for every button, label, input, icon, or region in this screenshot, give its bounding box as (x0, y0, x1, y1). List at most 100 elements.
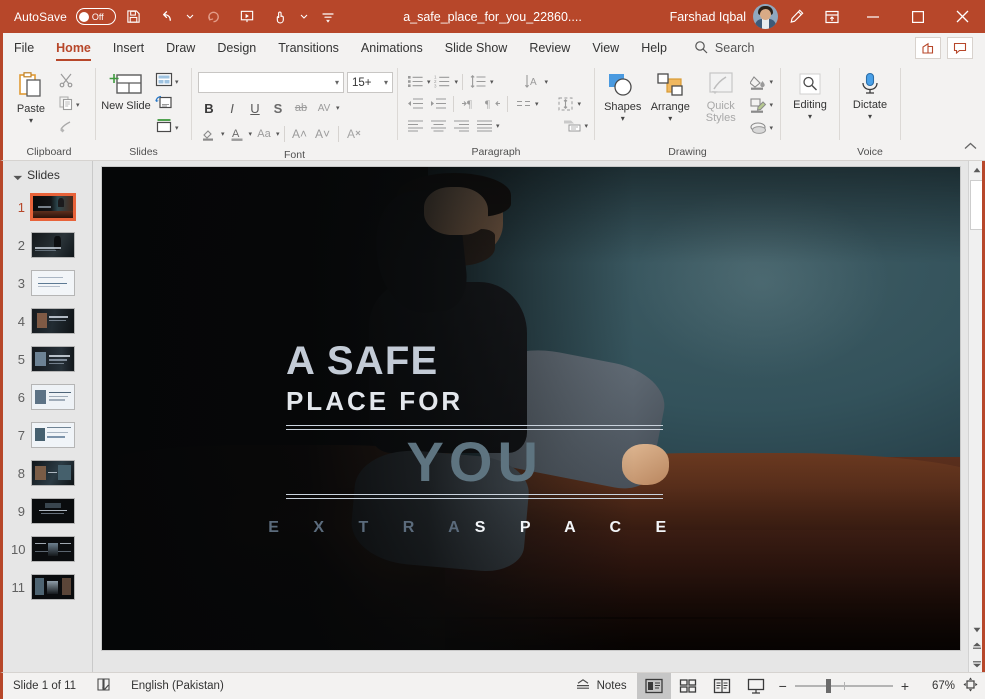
tab-animations[interactable]: Animations (350, 33, 434, 63)
shape-outline-icon[interactable]: ▾ (747, 94, 776, 116)
quick-styles-button[interactable]: Quick Styles (694, 68, 747, 124)
undo-icon[interactable] (151, 4, 182, 30)
zoom-handle[interactable] (826, 679, 832, 693)
tab-insert[interactable]: Insert (102, 33, 155, 63)
shape-outline-dropdown-icon[interactable]: ▾ (769, 101, 773, 109)
thumbnail-item-5[interactable]: 5 (3, 340, 92, 378)
autosave-toggle[interactable]: Off (75, 8, 116, 25)
thumbnail-item-11[interactable]: 11 (3, 568, 92, 606)
layout-dropdown-icon[interactable]: ▾ (175, 78, 179, 86)
strikethrough-button[interactable]: ab (290, 97, 312, 119)
justify-icon[interactable] (473, 115, 495, 136)
avatar[interactable] (753, 4, 778, 29)
normal-view-button[interactable] (636, 673, 671, 699)
redo-icon[interactable] (199, 4, 230, 30)
start-presentation-icon[interactable] (232, 4, 263, 30)
underline-button[interactable]: U (244, 97, 266, 119)
bullets-icon[interactable] (404, 71, 426, 92)
cut-button[interactable] (55, 71, 83, 93)
clear-formatting-icon[interactable]: A (343, 123, 365, 145)
ribbon-display-options-icon[interactable] (814, 0, 850, 33)
collapse-ribbon-button[interactable] (964, 63, 985, 160)
shape-effects-icon[interactable]: ▾ (747, 117, 776, 139)
thumbnail-item-2[interactable]: 2 (3, 226, 92, 264)
maximize-button[interactable] (895, 0, 940, 33)
line-spacing-dropdown-icon[interactable]: ▾ (490, 78, 494, 86)
tab-draw[interactable]: Draw (155, 33, 206, 63)
columns-icon[interactable] (512, 93, 534, 114)
change-case-dropdown-icon[interactable]: ▾ (276, 130, 280, 138)
thumbnail-item-7[interactable]: 7 (3, 416, 92, 454)
editing-button[interactable]: Editing ▾ (786, 68, 834, 121)
tab-home[interactable]: Home (45, 33, 102, 63)
zoom-out-button[interactable]: − (779, 678, 787, 694)
font-name-dropdown-icon[interactable]: ▾ (335, 78, 339, 87)
rtl-icon[interactable]: ¶ (481, 93, 503, 114)
notes-button[interactable]: Notes (565, 673, 637, 699)
font-color-dropdown-icon[interactable]: ▾ (249, 130, 253, 138)
thumbnail-item-8[interactable]: 8 (3, 454, 92, 492)
zoom-track[interactable] (794, 679, 893, 693)
italic-button[interactable]: I (221, 97, 243, 119)
zoom-in-button[interactable]: + (901, 678, 909, 694)
new-slide-button[interactable]: New Slide (100, 68, 152, 112)
font-size-dropdown-icon[interactable]: ▾ (384, 78, 388, 87)
thumbnail-item-1[interactable]: 1 (3, 188, 92, 226)
thumbnail-item-10[interactable]: 10 (3, 530, 92, 568)
tab-design[interactable]: Design (206, 33, 267, 63)
decrease-indent-icon[interactable] (404, 93, 426, 114)
text-highlight-icon[interactable] (198, 123, 220, 145)
dictate-button[interactable]: Dictate ▾ (846, 68, 894, 121)
share-icon[interactable] (915, 37, 941, 59)
search-box[interactable]: Search (678, 33, 755, 63)
tab-slide-show[interactable]: Slide Show (434, 33, 519, 63)
tab-view[interactable]: View (581, 33, 630, 63)
current-slide[interactable]: A SAFE PLACE FOR YOU E X T R AS P A C E (101, 167, 960, 650)
slide-show-view-button[interactable] (739, 673, 773, 699)
fit-to-window-button[interactable] (955, 677, 985, 695)
slide-counter[interactable]: Slide 1 of 11 (3, 673, 86, 699)
thumbnail-item-4[interactable]: 4 (3, 302, 92, 340)
section-button[interactable]: ▾ (152, 117, 182, 139)
save-icon[interactable] (118, 4, 149, 30)
font-name-input[interactable]: ▾ (198, 72, 344, 93)
character-spacing-button[interactable]: AV (313, 97, 335, 119)
ltr-icon[interactable]: ¶ (458, 93, 480, 114)
increase-indent-icon[interactable] (427, 93, 449, 114)
smartart-icon[interactable] (562, 115, 584, 136)
customize-qat-icon[interactable] (313, 4, 344, 30)
layout-button[interactable]: ▾ (152, 71, 182, 93)
line-spacing-icon[interactable] (467, 71, 489, 92)
shapes-button[interactable]: Shapes ▾ (599, 68, 647, 123)
change-case-button[interactable]: Aa (253, 123, 275, 145)
zoom-slider[interactable]: − + (773, 678, 915, 694)
minimize-button[interactable] (850, 0, 895, 33)
language-indicator[interactable]: English (Pakistan) (121, 673, 234, 699)
shape-fill-dropdown-icon[interactable]: ▾ (769, 78, 773, 86)
close-button[interactable] (940, 0, 985, 33)
reset-button[interactable] (152, 94, 182, 116)
bullets-dropdown-icon[interactable]: ▾ (427, 78, 431, 86)
section-dropdown-icon[interactable]: ▾ (175, 124, 179, 132)
text-highlight-dropdown-icon[interactable]: ▾ (221, 130, 225, 138)
copy-button[interactable]: ▾ (55, 94, 83, 116)
slides-pane-header[interactable]: ◢ Slides (3, 161, 92, 188)
thumbnail-item-3[interactable]: 3 (3, 264, 92, 302)
editing-dropdown-icon[interactable]: ▾ (808, 112, 812, 121)
tab-file[interactable]: File (3, 33, 45, 63)
arrange-dropdown-icon[interactable]: ▾ (668, 114, 672, 123)
dictate-dropdown-icon[interactable]: ▾ (868, 112, 872, 121)
thumbnail-item-6[interactable]: 6 (3, 378, 92, 416)
touch-mode-icon[interactable] (265, 4, 296, 30)
character-spacing-dropdown-icon[interactable]: ▾ (336, 104, 340, 112)
text-shadow-button[interactable]: S (267, 97, 289, 119)
font-color-icon[interactable]: A (226, 123, 248, 145)
tab-transitions[interactable]: Transitions (267, 33, 350, 63)
comments-icon[interactable] (947, 37, 973, 59)
shapes-dropdown-icon[interactable]: ▾ (621, 114, 625, 123)
columns-dropdown-icon[interactable]: ▾ (535, 100, 539, 108)
thumbnail-item-9[interactable]: 9 (3, 492, 92, 530)
shape-fill-icon[interactable]: ▾ (747, 71, 776, 93)
text-direction-dropdown-icon[interactable]: ▾ (545, 78, 549, 86)
align-center-icon[interactable] (427, 115, 449, 136)
